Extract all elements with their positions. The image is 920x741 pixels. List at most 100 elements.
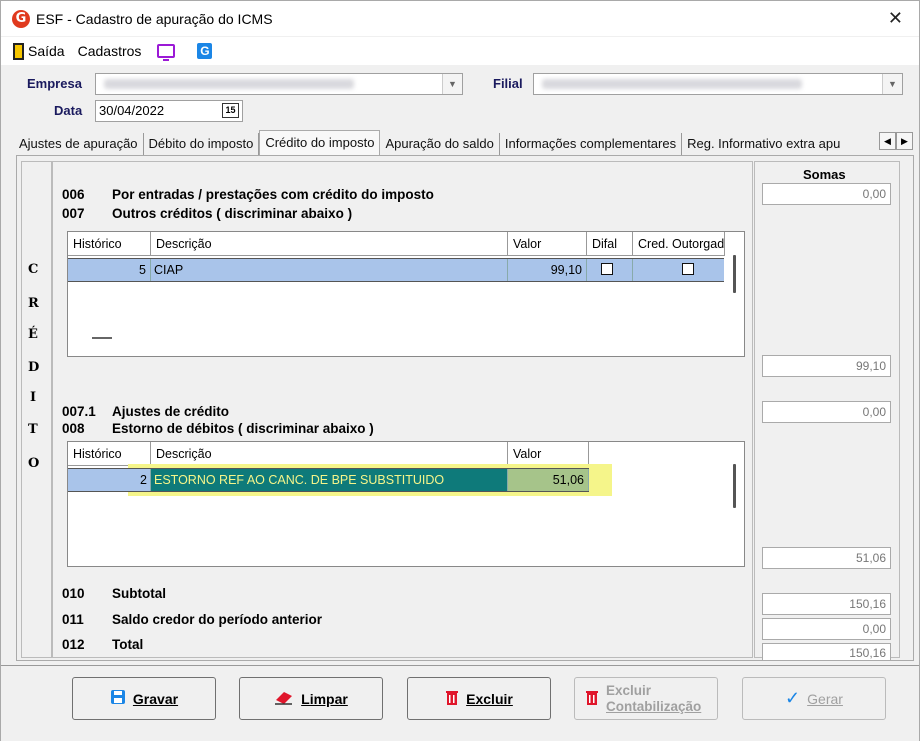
row-historico: 2 [68, 469, 151, 491]
side-letter: C [28, 262, 39, 277]
row-descricao: CIAP [151, 259, 508, 281]
line-0071-text: Ajustes de crédito [112, 404, 230, 419]
col-difal[interactable]: Difal [587, 232, 633, 256]
chevron-down-icon[interactable]: ▼ [442, 74, 462, 94]
calendar-icon[interactable]: 15 [222, 103, 239, 118]
menu-cadastros-label: Cadastros [77, 43, 142, 59]
vertical-scrollbar[interactable] [733, 464, 736, 508]
empresa-label: Empresa [27, 76, 82, 91]
check-icon: ✓ [785, 688, 801, 708]
excluir-contabilizacao-button[interactable]: Excluir Contabilização [574, 677, 718, 720]
menu-exit[interactable]: Saída [13, 42, 65, 60]
gravar-button[interactable]: Gravar [72, 677, 216, 720]
row-valor: 51,06 [508, 469, 589, 491]
line-007-code: 007 [62, 206, 85, 221]
col-historico[interactable]: Histórico [68, 442, 151, 466]
g-app-icon[interactable]: G [197, 43, 213, 59]
side-letter: T [28, 422, 38, 437]
tab-reg-informativo[interactable]: Reg. Informativo extra apu [682, 133, 845, 155]
app-window: G ESF - Cadastro de apuração do ICMS ✕ S… [0, 0, 920, 741]
monitor-icon[interactable] [157, 44, 176, 61]
side-letter: I [30, 390, 37, 405]
limpar-label: Limpar [301, 690, 348, 707]
gerar-label: Gerar [807, 690, 843, 707]
soma-0071: 0,00 [762, 401, 891, 423]
title-bar: G ESF - Cadastro de apuração do ICMS ✕ [1, 1, 919, 36]
col-descricao[interactable]: Descrição [151, 232, 508, 256]
window-title: ESF - Cadastro de apuração do ICMS [36, 10, 273, 27]
app-logo-icon: G [12, 9, 30, 28]
empresa-value-blurred [104, 79, 354, 89]
line-011-text: Saldo credor do período anterior [112, 612, 323, 627]
line-012-text: Total [112, 637, 144, 652]
vertical-scrollbar[interactable] [733, 255, 736, 293]
exit-door-icon [13, 42, 24, 60]
col-valor[interactable]: Valor [508, 442, 589, 466]
empresa-select[interactable]: ▼ [95, 73, 463, 95]
row-descricao: ESTORNO REF AO CANC. DE BPE SUBSTITUIDO [151, 469, 508, 491]
line-007-text: Outros créditos ( discriminar abaixo ) [112, 206, 353, 221]
save-icon [110, 689, 126, 708]
row-historico: 5 [68, 259, 151, 281]
soma-011: 0,00 [762, 618, 891, 640]
side-letter: R [28, 296, 39, 311]
soma-006: 0,00 [762, 183, 891, 205]
tab-informacoes[interactable]: Informações complementares [500, 133, 683, 155]
horizontal-scrollbar[interactable] [92, 337, 112, 339]
row-valor: 99,10 [508, 259, 587, 281]
estorno-debitos-grid[interactable]: Histórico Descrição Valor 2 ESTORNO REF … [67, 441, 745, 567]
excluir-label: Excluir [466, 690, 513, 707]
tab-ajustes[interactable]: Ajustes de apuração [15, 133, 144, 155]
difal-checkbox[interactable] [601, 263, 613, 275]
filial-label: Filial [493, 76, 523, 91]
line-0071-code: 007.1 [62, 404, 96, 419]
table-row[interactable]: 5 CIAP 99,10 [68, 258, 724, 282]
date-value: 30/04/2022 [99, 103, 165, 118]
difal-cell [587, 259, 633, 281]
filial-select[interactable]: ▼ [533, 73, 903, 95]
soma-008: 51,06 [762, 547, 891, 569]
tab-debito[interactable]: Débito do imposto [144, 133, 260, 155]
excluir-contabilizacao-label: Excluir Contabilização [606, 683, 701, 715]
line-006-text: Por entradas / prestações com crédito do… [112, 187, 434, 202]
gravar-label: Gravar [132, 690, 179, 707]
excluir-button[interactable]: Excluir [407, 677, 551, 720]
tab-credito[interactable]: Crédito do imposto [259, 130, 381, 155]
excluir-contabilizacao-line2: Contabilização [606, 698, 702, 714]
line-006-code: 006 [62, 187, 85, 202]
tab-left-arrow-icon[interactable]: ◀ [879, 132, 896, 150]
col-valor[interactable]: Valor [508, 232, 587, 256]
side-letter: D [28, 360, 40, 375]
tab-apuracao-saldo[interactable]: Apuração do saldo [380, 133, 500, 155]
col-cred-outorgado[interactable]: Cred. Outorgado [633, 232, 725, 256]
tab-right-arrow-icon[interactable]: ▶ [896, 132, 913, 150]
line-008-text: Estorno de débitos ( discriminar abaixo … [112, 421, 374, 436]
outros-creditos-grid[interactable]: Histórico Descrição Valor Difal Cred. Ou… [67, 231, 745, 357]
chevron-down-icon[interactable]: ▼ [882, 74, 902, 94]
excluir-contabilizacao-line1: Excluir [606, 682, 652, 698]
filial-value-blurred [542, 79, 802, 89]
date-field[interactable]: 30/04/2022 15 [95, 100, 243, 122]
line-010-text: Subtotal [112, 586, 166, 601]
col-historico[interactable]: Histórico [68, 232, 151, 256]
side-letter: É [28, 327, 38, 342]
soma-010: 150,16 [762, 593, 891, 615]
soma-007: 99,10 [762, 355, 891, 377]
tab-strip: Ajustes de apuração Débito do imposto Cr… [15, 130, 915, 155]
eraser-icon [274, 689, 294, 708]
trash-icon [445, 689, 459, 709]
cred-outorgado-checkbox[interactable] [682, 263, 694, 275]
tab-scroll: ◀ ▶ [879, 132, 913, 150]
trash-icon [585, 689, 599, 709]
data-label: Data [54, 103, 83, 118]
table-row[interactable]: 2 ESTORNO REF AO CANC. DE BPE SUBSTITUID… [68, 468, 589, 492]
col-descricao[interactable]: Descrição [151, 442, 508, 466]
limpar-button[interactable]: Limpar [239, 677, 383, 720]
side-letter: O [28, 456, 40, 471]
close-icon[interactable]: ✕ [888, 8, 903, 29]
gerar-button[interactable]: ✓ Gerar [742, 677, 886, 720]
menu-cadastros[interactable]: Cadastros [78, 43, 142, 59]
side-label-strip [21, 161, 52, 658]
line-011-code: 011 [62, 612, 84, 627]
cred-outorgado-cell [633, 259, 724, 281]
